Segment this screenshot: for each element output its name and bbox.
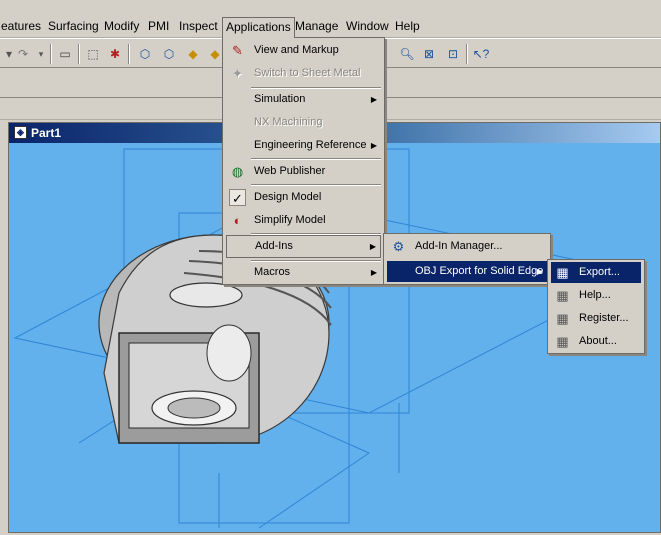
submenu-arrow-icon: ▶: [370, 268, 377, 277]
toolbar-separator: [50, 44, 52, 64]
menu-item-view-and-markup[interactable]: ✎ View and Markup: [226, 40, 381, 61]
menu-item-obj-export[interactable]: OBJ Export for Solid Edge ▶: [387, 261, 547, 282]
toolbar-separator: [78, 44, 80, 64]
menu-item-nx-machining[interactable]: NX Machining: [226, 112, 381, 133]
submenu-arrow-icon: ▶: [370, 141, 377, 150]
menu-applications[interactable]: Applications: [222, 17, 295, 38]
menu-item-macros[interactable]: Macros ▶: [226, 262, 381, 283]
menu-item-web-publisher[interactable]: ◍ Web Publisher: [226, 161, 381, 182]
menu-pmi[interactable]: PMI: [145, 17, 172, 35]
calculator-icon: ▦: [556, 334, 569, 349]
calculator-icon: ▦: [556, 288, 569, 303]
menu-inspect[interactable]: Inspect: [176, 17, 221, 35]
redo-dropdown-icon[interactable]: ▾: [32, 45, 50, 63]
submenu-arrow-icon: ▶: [536, 267, 543, 276]
window-top-strip: [0, 0, 661, 14]
obj-export-submenu: ▦ Export... ▦ Help... ▦ Register... ▦ Ab…: [547, 259, 645, 354]
menu-item-switch-to-sheet-metal[interactable]: ✦ Switch to Sheet Metal: [226, 63, 381, 84]
new-doc-icon[interactable]: ▭: [56, 45, 74, 63]
toolbar-separator: [128, 44, 130, 64]
menu-item-engineering-reference[interactable]: Engineering Reference ▶: [226, 135, 381, 156]
menu-separator: [251, 184, 381, 186]
menu-item-simulation[interactable]: Simulation ▶: [226, 89, 381, 110]
shaded-view-icon[interactable]: ◆: [184, 45, 202, 63]
applications-menu: ✎ View and Markup ✦ Switch to Sheet Meta…: [222, 37, 385, 285]
menu-modify[interactable]: Modify: [101, 17, 142, 35]
menu-item-add-in-manager[interactable]: ⚙ Add-In Manager...: [387, 236, 547, 257]
add-ins-submenu: ⚙ Add-In Manager... OBJ Export for Solid…: [383, 233, 551, 285]
checkmark-icon: ✓: [229, 189, 246, 206]
simplify-icon: ◐: [233, 213, 242, 228]
document-title: Part1: [31, 126, 62, 140]
globe-icon: ◍: [231, 164, 244, 179]
menu-item-design-model[interactable]: ✓ Design Model: [226, 187, 381, 208]
menu-manage[interactable]: Manage: [292, 17, 341, 35]
redo-icon[interactable]: ↷: [14, 45, 32, 63]
menu-item-export[interactable]: ▦ Export...: [551, 262, 641, 283]
menu-item-add-ins[interactable]: Add-Ins ▶: [226, 235, 381, 258]
menu-surfacing[interactable]: Surfacing: [45, 17, 102, 35]
submenu-arrow-icon: ▶: [369, 242, 376, 251]
view-markup-icon: ✎: [232, 43, 243, 58]
calculator-icon: ▦: [556, 265, 569, 280]
menu-item-help[interactable]: ▦ Help...: [551, 285, 641, 306]
menu-window[interactable]: Window: [343, 17, 392, 35]
zoom-icon[interactable]: 🔍︎: [398, 45, 416, 63]
menu-help[interactable]: Help: [392, 17, 423, 35]
whats-this-help-icon[interactable]: ↖?: [472, 45, 490, 63]
menu-separator: [251, 158, 381, 160]
view-iso-icon[interactable]: ⬡: [136, 45, 154, 63]
calculator-icon: ▦: [556, 311, 569, 326]
menu-item-simplify-model[interactable]: ◐ Simplify Model: [226, 210, 381, 231]
select-icon[interactable]: ⬚: [84, 45, 102, 63]
toolbar-separator: [466, 44, 468, 64]
menu-features[interactable]: eatures: [0, 17, 44, 35]
pan-icon[interactable]: ⊡: [444, 45, 462, 63]
menu-item-about[interactable]: ▦ About...: [551, 331, 641, 352]
addin-manager-icon: ⚙: [392, 239, 405, 254]
view-front-icon[interactable]: ⬡: [160, 45, 178, 63]
part-document-icon: ◈: [14, 126, 27, 139]
menu-bar: eatures Surfacing Modify PMI Inspect App…: [0, 14, 661, 38]
tool-icon[interactable]: ✱: [106, 45, 124, 63]
fit-icon[interactable]: ⊠: [420, 45, 438, 63]
sheet-metal-icon: ✦: [232, 66, 243, 81]
submenu-arrow-icon: ▶: [370, 95, 377, 104]
menu-item-register[interactable]: ▦ Register...: [551, 308, 641, 329]
